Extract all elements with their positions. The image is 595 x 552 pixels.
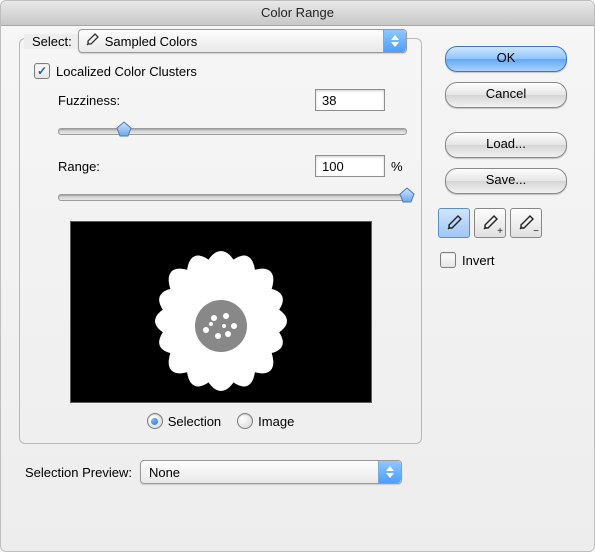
dropdown-arrows-icon — [378, 461, 401, 483]
localized-clusters-checkbox[interactable] — [34, 63, 50, 79]
dropdown-arrows-icon — [383, 30, 406, 52]
selection-preview-value: None — [149, 465, 378, 480]
cancel-button[interactable]: Cancel — [445, 82, 567, 108]
eyedropper-icon — [445, 214, 463, 232]
localized-clusters-label: Localized Color Clusters — [56, 64, 197, 79]
invert-checkbox[interactable] — [440, 252, 456, 268]
dialog-content: Select: Sampled Colors — [1, 26, 594, 456]
radio-image-button[interactable] — [237, 413, 253, 429]
radio-selection[interactable]: Selection — [147, 413, 221, 429]
slider-track — [58, 128, 407, 135]
color-range-dialog: Color Range Select: Sampled Colors — [0, 0, 595, 552]
localized-clusters-row: Localized Color Clusters — [34, 63, 407, 79]
radio-selection-label: Selection — [168, 414, 221, 429]
select-label: Select: — [24, 34, 78, 49]
selection-preview-dropdown[interactable]: None — [140, 460, 402, 484]
range-row: Range: % — [58, 155, 407, 177]
fuzziness-row: Fuzziness: — [58, 89, 407, 111]
eyedropper-tool[interactable] — [438, 208, 470, 238]
invert-label: Invert — [462, 253, 495, 268]
flower-mask-graphic — [106, 226, 336, 403]
radio-selection-button[interactable] — [147, 413, 163, 429]
window-title: Color Range — [1, 1, 594, 26]
eyedropper-subtract-tool[interactable]: − — [510, 208, 542, 238]
select-mode-dropdown[interactable]: Sampled Colors — [78, 29, 407, 53]
fuzziness-label: Fuzziness: — [58, 93, 315, 108]
save-button[interactable]: Save... — [445, 168, 567, 194]
selection-preview-label: Selection Preview: — [25, 465, 132, 480]
main-panel: Select: Sampled Colors — [19, 38, 422, 444]
eyedropper-add-tool[interactable]: + — [474, 208, 506, 238]
ok-button[interactable]: OK — [445, 46, 567, 72]
radio-image-label: Image — [258, 414, 294, 429]
slider-thumb[interactable] — [399, 187, 415, 203]
load-button[interactable]: Load... — [445, 132, 567, 158]
eyedropper-icon — [85, 33, 99, 50]
preview-mode-radios: Selection Image — [34, 413, 407, 429]
range-input[interactable] — [315, 155, 385, 177]
main-group: Select: Sampled Colors — [19, 38, 422, 444]
select-mode-value: Sampled Colors — [105, 34, 383, 49]
radio-image[interactable]: Image — [237, 413, 294, 429]
select-row: Select: Sampled Colors — [24, 29, 407, 53]
selection-preview-thumbnail — [70, 221, 372, 403]
fuzziness-input[interactable] — [315, 89, 385, 111]
range-label: Range: — [58, 159, 315, 174]
range-suffix: % — [391, 159, 407, 174]
selection-preview-row: Selection Preview: None — [1, 460, 594, 498]
slider-thumb[interactable] — [116, 121, 132, 137]
invert-row: Invert — [440, 252, 576, 268]
button-panel: OK Cancel Load... Save... + — [422, 38, 576, 444]
fuzziness-slider[interactable] — [58, 121, 407, 139]
eyedropper-tools: + − — [438, 208, 576, 238]
range-slider[interactable] — [58, 187, 407, 205]
slider-track — [58, 194, 407, 201]
